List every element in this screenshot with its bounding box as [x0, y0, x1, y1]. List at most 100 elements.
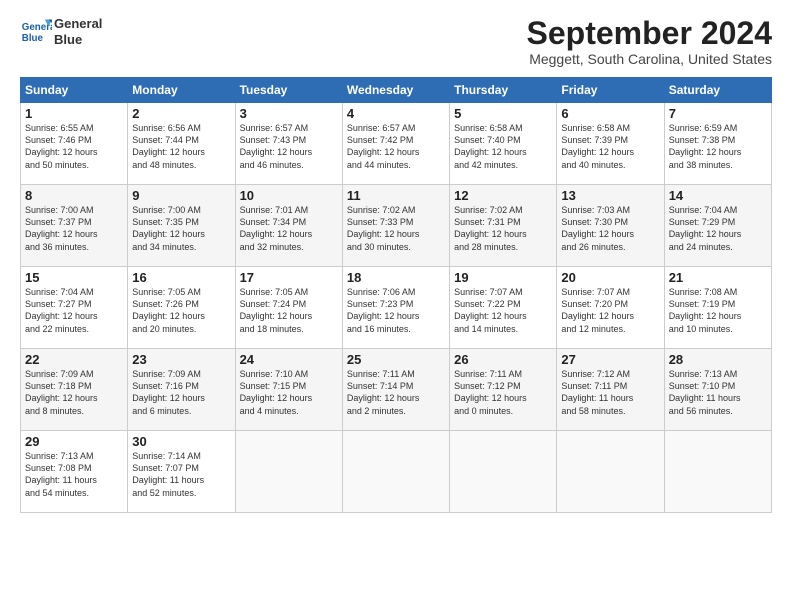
day-info: Sunrise: 7:13 AM Sunset: 7:08 PM Dayligh…: [25, 450, 123, 499]
day-info: Sunrise: 7:05 AM Sunset: 7:26 PM Dayligh…: [132, 286, 230, 335]
day-info: Sunrise: 7:09 AM Sunset: 7:18 PM Dayligh…: [25, 368, 123, 417]
calendar-cell-4: 4Sunrise: 6:57 AM Sunset: 7:42 PM Daylig…: [342, 103, 449, 185]
day-number: 2: [132, 106, 230, 121]
calendar-cell-23: 23Sunrise: 7:09 AM Sunset: 7:16 PM Dayli…: [128, 349, 235, 431]
calendar-cell-31: [235, 431, 342, 513]
day-number: 8: [25, 188, 123, 203]
page: General Blue General Blue September 2024…: [0, 0, 792, 523]
calendar-cell-11: 11Sunrise: 7:02 AM Sunset: 7:33 PM Dayli…: [342, 185, 449, 267]
day-number: 27: [561, 352, 659, 367]
month-title: September 2024: [527, 16, 772, 51]
calendar-cell-15: 15Sunrise: 7:04 AM Sunset: 7:27 PM Dayli…: [21, 267, 128, 349]
header-tuesday: Tuesday: [235, 78, 342, 103]
calendar-week-1: 1Sunrise: 6:55 AM Sunset: 7:46 PM Daylig…: [21, 103, 772, 185]
logo: General Blue General Blue: [20, 16, 102, 48]
day-info: Sunrise: 7:11 AM Sunset: 7:14 PM Dayligh…: [347, 368, 445, 417]
calendar-cell-9: 9Sunrise: 7:00 AM Sunset: 7:35 PM Daylig…: [128, 185, 235, 267]
day-info: Sunrise: 7:10 AM Sunset: 7:15 PM Dayligh…: [240, 368, 338, 417]
calendar-cell-1: 1Sunrise: 6:55 AM Sunset: 7:46 PM Daylig…: [21, 103, 128, 185]
title-block: September 2024 Meggett, South Carolina, …: [527, 16, 772, 67]
calendar-cell-30: 30Sunrise: 7:14 AM Sunset: 7:07 PM Dayli…: [128, 431, 235, 513]
day-number: 4: [347, 106, 445, 121]
location: Meggett, South Carolina, United States: [527, 51, 772, 67]
calendar-cell-28: 28Sunrise: 7:13 AM Sunset: 7:10 PM Dayli…: [664, 349, 771, 431]
calendar-cell-33: [450, 431, 557, 513]
calendar-table: Sunday Monday Tuesday Wednesday Thursday…: [20, 77, 772, 513]
calendar-cell-8: 8Sunrise: 7:00 AM Sunset: 7:37 PM Daylig…: [21, 185, 128, 267]
day-number: 23: [132, 352, 230, 367]
calendar-cell-14: 14Sunrise: 7:04 AM Sunset: 7:29 PM Dayli…: [664, 185, 771, 267]
calendar-cell-26: 26Sunrise: 7:11 AM Sunset: 7:12 PM Dayli…: [450, 349, 557, 431]
day-info: Sunrise: 6:57 AM Sunset: 7:43 PM Dayligh…: [240, 122, 338, 171]
day-number: 24: [240, 352, 338, 367]
svg-text:Blue: Blue: [22, 33, 44, 44]
day-info: Sunrise: 6:59 AM Sunset: 7:38 PM Dayligh…: [669, 122, 767, 171]
day-number: 16: [132, 270, 230, 285]
day-number: 13: [561, 188, 659, 203]
day-number: 28: [669, 352, 767, 367]
header-sunday: Sunday: [21, 78, 128, 103]
day-number: 7: [669, 106, 767, 121]
day-number: 9: [132, 188, 230, 203]
header-friday: Friday: [557, 78, 664, 103]
day-number: 30: [132, 434, 230, 449]
calendar-cell-10: 10Sunrise: 7:01 AM Sunset: 7:34 PM Dayli…: [235, 185, 342, 267]
logo-icon: General Blue: [20, 16, 52, 48]
calendar-cell-12: 12Sunrise: 7:02 AM Sunset: 7:31 PM Dayli…: [450, 185, 557, 267]
calendar-cell-3: 3Sunrise: 6:57 AM Sunset: 7:43 PM Daylig…: [235, 103, 342, 185]
day-number: 25: [347, 352, 445, 367]
day-info: Sunrise: 7:05 AM Sunset: 7:24 PM Dayligh…: [240, 286, 338, 335]
calendar-cell-32: [342, 431, 449, 513]
header-wednesday: Wednesday: [342, 78, 449, 103]
calendar-cell-34: [557, 431, 664, 513]
calendar-cell-7: 7Sunrise: 6:59 AM Sunset: 7:38 PM Daylig…: [664, 103, 771, 185]
calendar-week-2: 8Sunrise: 7:00 AM Sunset: 7:37 PM Daylig…: [21, 185, 772, 267]
day-number: 15: [25, 270, 123, 285]
calendar-cell-20: 20Sunrise: 7:07 AM Sunset: 7:20 PM Dayli…: [557, 267, 664, 349]
day-number: 22: [25, 352, 123, 367]
day-info: Sunrise: 7:00 AM Sunset: 7:37 PM Dayligh…: [25, 204, 123, 253]
calendar-cell-16: 16Sunrise: 7:05 AM Sunset: 7:26 PM Dayli…: [128, 267, 235, 349]
day-number: 1: [25, 106, 123, 121]
logo-text-line1: General: [54, 16, 102, 32]
day-number: 26: [454, 352, 552, 367]
day-number: 19: [454, 270, 552, 285]
header-saturday: Saturday: [664, 78, 771, 103]
day-number: 14: [669, 188, 767, 203]
day-info: Sunrise: 7:03 AM Sunset: 7:30 PM Dayligh…: [561, 204, 659, 253]
day-info: Sunrise: 6:58 AM Sunset: 7:39 PM Dayligh…: [561, 122, 659, 171]
day-info: Sunrise: 7:09 AM Sunset: 7:16 PM Dayligh…: [132, 368, 230, 417]
logo-text-line2: Blue: [54, 32, 102, 48]
day-number: 18: [347, 270, 445, 285]
calendar-cell-29: 29Sunrise: 7:13 AM Sunset: 7:08 PM Dayli…: [21, 431, 128, 513]
day-info: Sunrise: 7:07 AM Sunset: 7:22 PM Dayligh…: [454, 286, 552, 335]
calendar-week-3: 15Sunrise: 7:04 AM Sunset: 7:27 PM Dayli…: [21, 267, 772, 349]
header: General Blue General Blue September 2024…: [20, 16, 772, 67]
day-number: 3: [240, 106, 338, 121]
calendar-cell-6: 6Sunrise: 6:58 AM Sunset: 7:39 PM Daylig…: [557, 103, 664, 185]
day-info: Sunrise: 7:02 AM Sunset: 7:33 PM Dayligh…: [347, 204, 445, 253]
day-number: 29: [25, 434, 123, 449]
day-info: Sunrise: 7:07 AM Sunset: 7:20 PM Dayligh…: [561, 286, 659, 335]
day-number: 6: [561, 106, 659, 121]
day-number: 20: [561, 270, 659, 285]
header-thursday: Thursday: [450, 78, 557, 103]
day-info: Sunrise: 6:56 AM Sunset: 7:44 PM Dayligh…: [132, 122, 230, 171]
day-info: Sunrise: 6:55 AM Sunset: 7:46 PM Dayligh…: [25, 122, 123, 171]
calendar-week-4: 22Sunrise: 7:09 AM Sunset: 7:18 PM Dayli…: [21, 349, 772, 431]
calendar-cell-18: 18Sunrise: 7:06 AM Sunset: 7:23 PM Dayli…: [342, 267, 449, 349]
day-number: 12: [454, 188, 552, 203]
day-info: Sunrise: 7:04 AM Sunset: 7:29 PM Dayligh…: [669, 204, 767, 253]
day-info: Sunrise: 6:57 AM Sunset: 7:42 PM Dayligh…: [347, 122, 445, 171]
day-info: Sunrise: 7:13 AM Sunset: 7:10 PM Dayligh…: [669, 368, 767, 417]
day-number: 17: [240, 270, 338, 285]
day-number: 21: [669, 270, 767, 285]
calendar-header-row: Sunday Monday Tuesday Wednesday Thursday…: [21, 78, 772, 103]
calendar-cell-21: 21Sunrise: 7:08 AM Sunset: 7:19 PM Dayli…: [664, 267, 771, 349]
calendar-cell-19: 19Sunrise: 7:07 AM Sunset: 7:22 PM Dayli…: [450, 267, 557, 349]
day-info: Sunrise: 7:08 AM Sunset: 7:19 PM Dayligh…: [669, 286, 767, 335]
day-info: Sunrise: 7:02 AM Sunset: 7:31 PM Dayligh…: [454, 204, 552, 253]
calendar-cell-25: 25Sunrise: 7:11 AM Sunset: 7:14 PM Dayli…: [342, 349, 449, 431]
day-number: 11: [347, 188, 445, 203]
calendar-cell-13: 13Sunrise: 7:03 AM Sunset: 7:30 PM Dayli…: [557, 185, 664, 267]
